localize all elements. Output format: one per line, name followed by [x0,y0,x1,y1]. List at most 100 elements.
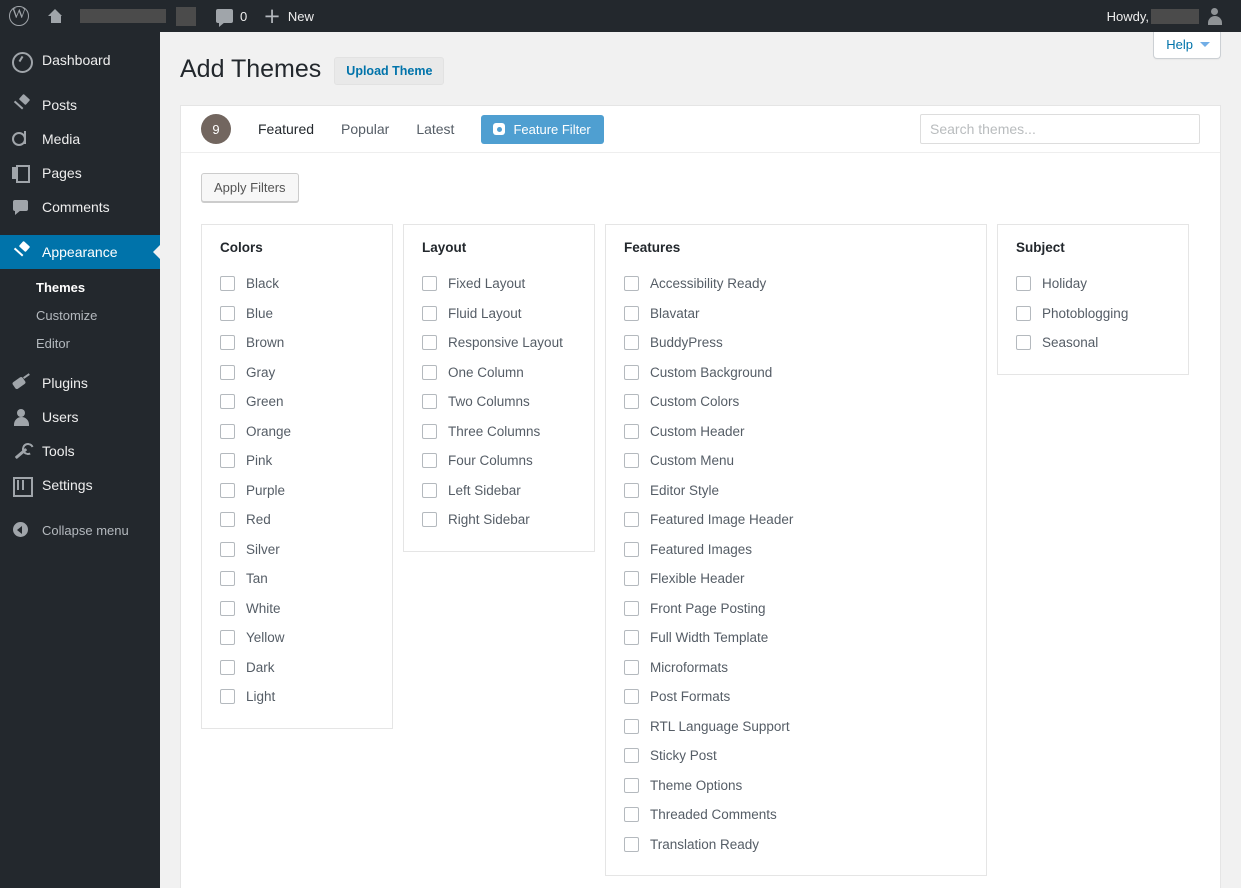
tab-latest[interactable]: Latest [416,121,454,137]
filter-option-colors-1[interactable]: Blue [220,299,372,329]
comments-button[interactable]: 0 [208,0,255,32]
site-name-redacted[interactable] [72,0,208,32]
apply-filters-button[interactable]: Apply Filters [201,173,299,202]
checkbox-icon[interactable] [624,718,639,734]
checkbox-icon[interactable] [624,305,639,321]
sidebar-item-appearance[interactable]: Appearance [0,235,160,269]
filter-option-layout-0[interactable]: Fixed Layout [422,269,574,299]
checkbox-icon[interactable] [624,836,639,852]
filter-option-features-7[interactable]: Editor Style [624,476,966,506]
checkbox-icon[interactable] [624,777,639,793]
filter-option-colors-9[interactable]: Silver [220,535,372,565]
checkbox-icon[interactable] [422,305,437,321]
checkbox-icon[interactable] [624,807,639,823]
checkbox-icon[interactable] [624,335,639,351]
filter-option-colors-10[interactable]: Tan [220,564,372,594]
checkbox-icon[interactable] [624,659,639,675]
filter-option-colors-8[interactable]: Red [220,505,372,535]
tab-popular[interactable]: Popular [341,121,389,137]
checkbox-icon[interactable] [220,541,235,557]
checkbox-icon[interactable] [422,364,437,380]
filter-option-colors-3[interactable]: Gray [220,358,372,388]
filter-option-features-8[interactable]: Featured Image Header [624,505,966,535]
filter-option-features-5[interactable]: Custom Header [624,417,966,447]
checkbox-icon[interactable] [220,423,235,439]
checkbox-icon[interactable] [422,276,437,292]
filter-option-colors-6[interactable]: Pink [220,446,372,476]
filter-option-features-19[interactable]: Translation Ready [624,830,966,860]
checkbox-icon[interactable] [220,689,235,705]
filter-option-subject-2[interactable]: Seasonal [1016,328,1168,358]
filter-option-features-16[interactable]: Sticky Post [624,741,966,771]
checkbox-icon[interactable] [624,748,639,764]
filter-option-layout-1[interactable]: Fluid Layout [422,299,574,329]
filter-option-colors-14[interactable]: Light [220,682,372,712]
checkbox-icon[interactable] [624,394,639,410]
checkbox-icon[interactable] [220,571,235,587]
filter-option-features-2[interactable]: BuddyPress [624,328,966,358]
filter-option-subject-0[interactable]: Holiday [1016,269,1168,299]
filter-option-features-15[interactable]: RTL Language Support [624,712,966,742]
checkbox-icon[interactable] [1016,276,1031,292]
filter-option-layout-6[interactable]: Four Columns [422,446,574,476]
filter-option-colors-11[interactable]: White [220,594,372,624]
checkbox-icon[interactable] [624,276,639,292]
checkbox-icon[interactable] [220,453,235,469]
checkbox-icon[interactable] [220,305,235,321]
checkbox-icon[interactable] [624,600,639,616]
sidebar-item-tools[interactable]: Tools [0,434,160,468]
submenu-item-editor[interactable]: Editor [0,330,160,358]
feature-filter-button[interactable]: Feature Filter [481,114,604,144]
filter-option-features-9[interactable]: Featured Images [624,535,966,565]
filter-option-features-6[interactable]: Custom Menu [624,446,966,476]
checkbox-icon[interactable] [220,659,235,675]
filter-option-features-13[interactable]: Microformats [624,653,966,683]
wordpress-logo-button[interactable] [0,0,39,32]
filter-option-layout-3[interactable]: One Column [422,358,574,388]
checkbox-icon[interactable] [422,453,437,469]
new-content-button[interactable]: + New [255,0,322,32]
filter-option-features-0[interactable]: Accessibility Ready [624,269,966,299]
checkbox-icon[interactable] [1016,305,1031,321]
tab-featured[interactable]: Featured [258,121,314,137]
filter-option-colors-5[interactable]: Orange [220,417,372,447]
sidebar-item-dashboard[interactable]: Dashboard [0,43,160,77]
checkbox-icon[interactable] [422,423,437,439]
checkbox-icon[interactable] [220,276,235,292]
checkbox-icon[interactable] [624,571,639,587]
filter-option-features-12[interactable]: Full Width Template [624,623,966,653]
checkbox-icon[interactable] [422,482,437,498]
upload-theme-button[interactable]: Upload Theme [334,57,445,85]
my-account-menu[interactable]: Howdy, [1099,0,1241,32]
filter-option-features-14[interactable]: Post Formats [624,682,966,712]
filter-option-features-11[interactable]: Front Page Posting [624,594,966,624]
checkbox-icon[interactable] [624,453,639,469]
filter-option-colors-13[interactable]: Dark [220,653,372,683]
sidebar-item-media[interactable]: Media [0,122,160,156]
checkbox-icon[interactable] [220,600,235,616]
submenu-item-themes[interactable]: Themes [0,274,160,302]
checkbox-icon[interactable] [220,630,235,646]
search-input[interactable] [920,114,1200,144]
checkbox-icon[interactable] [624,630,639,646]
checkbox-icon[interactable] [422,394,437,410]
checkbox-icon[interactable] [624,541,639,557]
checkbox-icon[interactable] [1016,335,1031,351]
filter-option-layout-2[interactable]: Responsive Layout [422,328,574,358]
sidebar-item-settings[interactable]: Settings [0,468,160,502]
filter-option-colors-12[interactable]: Yellow [220,623,372,653]
sidebar-item-collapse-menu[interactable]: Collapse menu [0,513,160,547]
filter-option-features-1[interactable]: Blavatar [624,299,966,329]
checkbox-icon[interactable] [220,364,235,380]
checkbox-icon[interactable] [422,512,437,528]
site-home-button[interactable] [39,0,72,32]
checkbox-icon[interactable] [422,335,437,351]
checkbox-icon[interactable] [624,482,639,498]
filter-option-layout-5[interactable]: Three Columns [422,417,574,447]
filter-option-layout-8[interactable]: Right Sidebar [422,505,574,535]
filter-option-layout-7[interactable]: Left Sidebar [422,476,574,506]
filter-option-colors-7[interactable]: Purple [220,476,372,506]
filter-option-features-10[interactable]: Flexible Header [624,564,966,594]
sidebar-item-plugins[interactable]: Plugins [0,366,160,400]
sidebar-item-pages[interactable]: Pages [0,156,160,190]
